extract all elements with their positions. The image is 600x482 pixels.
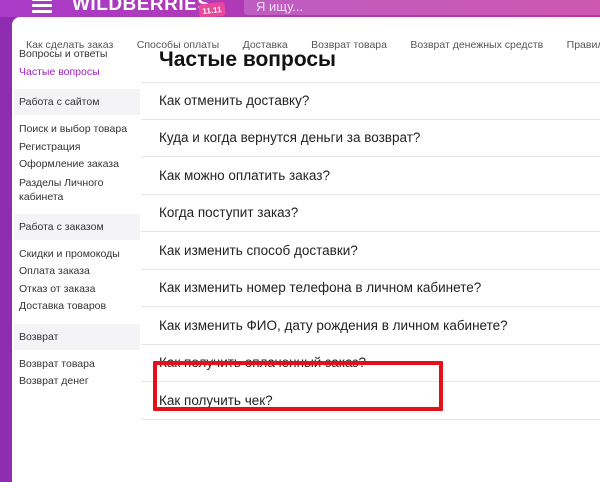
faq-question[interactable]: Когда поступит заказ? [141,195,600,232]
logo[interactable]: WILDBERRIES [72,0,211,16]
sidebar-item-checkout[interactable]: Оформление заказа [19,156,141,174]
sidebar-section-site[interactable]: Работа с сайтом [14,89,140,115]
sidebar-item-cancel-order[interactable]: Отказ от заказа [19,281,141,299]
sidebar: Вопросы и ответы Частые вопросы Работа с… [14,46,141,391]
promo-badge: 11.11 [198,1,226,17]
sidebar-item-account-sections[interactable]: Разделы Личного кабинета [19,174,141,206]
menu-icon[interactable] [32,0,52,14]
faq-question[interactable]: Как получить чек? [141,382,600,420]
sidebar-item-return-money[interactable]: Возврат денег [19,373,141,391]
faq-question-highlighted[interactable]: Как получить оплаченный заказ? [141,345,600,382]
sidebar-item-delivery[interactable]: Доставка товаров [19,298,141,316]
faq-question[interactable]: Как можно оплатить заказ? [141,157,600,195]
faq-question[interactable]: Как изменить способ доставки? [141,232,600,270]
faq-main: Частые вопросы Как отменить доставку? Ку… [141,44,600,420]
sidebar-item-return-goods[interactable]: Возврат товара [19,356,141,374]
sidebar-item-search[interactable]: Поиск и выбор товара [19,121,141,139]
sidebar-item-qa[interactable]: Вопросы и ответы [19,46,141,64]
faq-question[interactable]: Как изменить ФИО, дату рождения в личном… [141,307,600,345]
top-header: WILDBERRIES 11.11 Я ищу... [0,0,600,17]
page-title: Частые вопросы [159,48,336,71]
faq-question[interactable]: Куда и когда вернутся деньги за возврат? [141,120,600,157]
search-input[interactable]: Я ищу... [244,0,600,15]
sidebar-section-return[interactable]: Возврат [14,323,140,350]
sidebar-item-faq[interactable]: Частые вопросы [19,64,141,82]
sidebar-item-payment[interactable]: Оплата заказа [19,263,141,281]
sidebar-item-registration[interactable]: Регистрация [19,139,141,157]
faq-question[interactable]: Как изменить номер телефона в личном каб… [141,270,600,307]
sidebar-section-order[interactable]: Работа с заказом [14,213,140,240]
faq-question[interactable]: Как отменить доставку? [141,82,600,120]
search-placeholder: Я ищу... [256,0,304,14]
sidebar-item-discounts[interactable]: Скидки и промокоды [19,246,141,264]
